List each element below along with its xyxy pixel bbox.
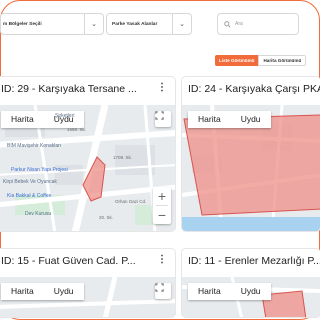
poi-label: Şirketleri	[55, 113, 75, 119]
view-toggle: Liste Görünümü Harita Görünümü	[215, 55, 307, 66]
region-select[interactable]: m Bölgeler Seçili ⌄	[0, 13, 104, 35]
zoom-control: + −	[153, 187, 171, 224]
poi-label: Parkur Nisan Yapı Projesi	[11, 167, 68, 173]
card-title: ID: 24 - Karşıyaka Çarşı PKA	[188, 83, 320, 95]
map-type-control: Harita Uydu	[188, 283, 271, 300]
poi-label: BİM Mavişehir Konakları	[7, 143, 62, 149]
card-title: ID: 11 - Erenler Mezarlığı P...	[188, 255, 320, 267]
fullscreen-icon[interactable]	[155, 283, 171, 299]
street-label: Orhan Gazi Cd.	[115, 199, 147, 204]
search-icon	[224, 20, 231, 28]
map-type-control: Harita Uydu	[188, 111, 271, 128]
more-options-icon[interactable]: ⋮	[157, 254, 167, 265]
map-type-uydu[interactable]: Uydu	[43, 283, 84, 300]
list-view-button[interactable]: Liste Görünümü	[215, 55, 259, 66]
zoom-out-button[interactable]: −	[153, 206, 171, 224]
street-label: 1688. Sk.	[67, 127, 87, 132]
search-placeholder: Ara	[235, 21, 243, 27]
map-view[interactable]: Harita Uydu + − Şirketleri BİM Mavişehir…	[0, 105, 175, 231]
parking-area-card[interactable]: ID: 11 - Erenler Mezarlığı P... Harita U…	[181, 248, 320, 318]
card-title: ID: 29 - Karşıyaka Tersane ...	[1, 83, 137, 95]
parking-select-value: Parke Yasak Alanlar	[112, 21, 158, 27]
card-title: ID: 15 - Fuat Güven Cad. P...	[1, 255, 136, 267]
parking-select[interactable]: Parke Yasak Alanlar ⌄	[106, 13, 192, 35]
map-view-button[interactable]: Harita Görünümü	[258, 55, 307, 66]
more-options-icon[interactable]: ⋮	[157, 82, 167, 93]
map-type-uydu[interactable]: Uydu	[230, 111, 271, 128]
street-label: 20. Sk.	[99, 215, 114, 220]
map-view[interactable]: Harita Uydu	[182, 277, 320, 317]
map-view[interactable]: Harita Uydu	[182, 105, 320, 231]
map-type-uydu[interactable]: Uydu	[230, 283, 271, 300]
parking-area-card[interactable]: ID: 24 - Karşıyaka Çarşı PKA Harita Uydu	[181, 76, 320, 232]
map-type-harita[interactable]: Harita	[1, 283, 44, 300]
parking-area-card[interactable]: ID: 29 - Karşıyaka Tersane ... ⋮ Harita …	[0, 76, 176, 232]
parking-area-card[interactable]: ID: 15 - Fuat Güven Cad. P... ⋮ Harita U…	[0, 248, 176, 318]
fullscreen-icon[interactable]	[155, 111, 171, 127]
map-type-harita[interactable]: Harita	[188, 111, 231, 128]
region-select-value: m Bölgeler Seçili	[3, 21, 42, 27]
chevron-down-icon: ⌄	[172, 14, 191, 34]
map-type-harita[interactable]: Harita	[1, 111, 44, 128]
map-type-harita[interactable]: Harita	[188, 283, 231, 300]
street-label: 1709. Sk.	[113, 155, 133, 160]
poi-label: Kirpi Bebek Ve Oyuncak	[3, 179, 57, 185]
chevron-down-icon: ⌄	[84, 14, 103, 34]
zoom-in-button[interactable]: +	[153, 187, 171, 205]
search-input[interactable]: Ara	[217, 13, 299, 35]
poi-label: Kia Bakkal & Coffee	[7, 193, 52, 199]
map-type-control: Harita Uydu	[1, 283, 84, 300]
map-view[interactable]: Harita Uydu	[0, 277, 175, 317]
poi-label: Dev Kurusu	[25, 211, 52, 217]
